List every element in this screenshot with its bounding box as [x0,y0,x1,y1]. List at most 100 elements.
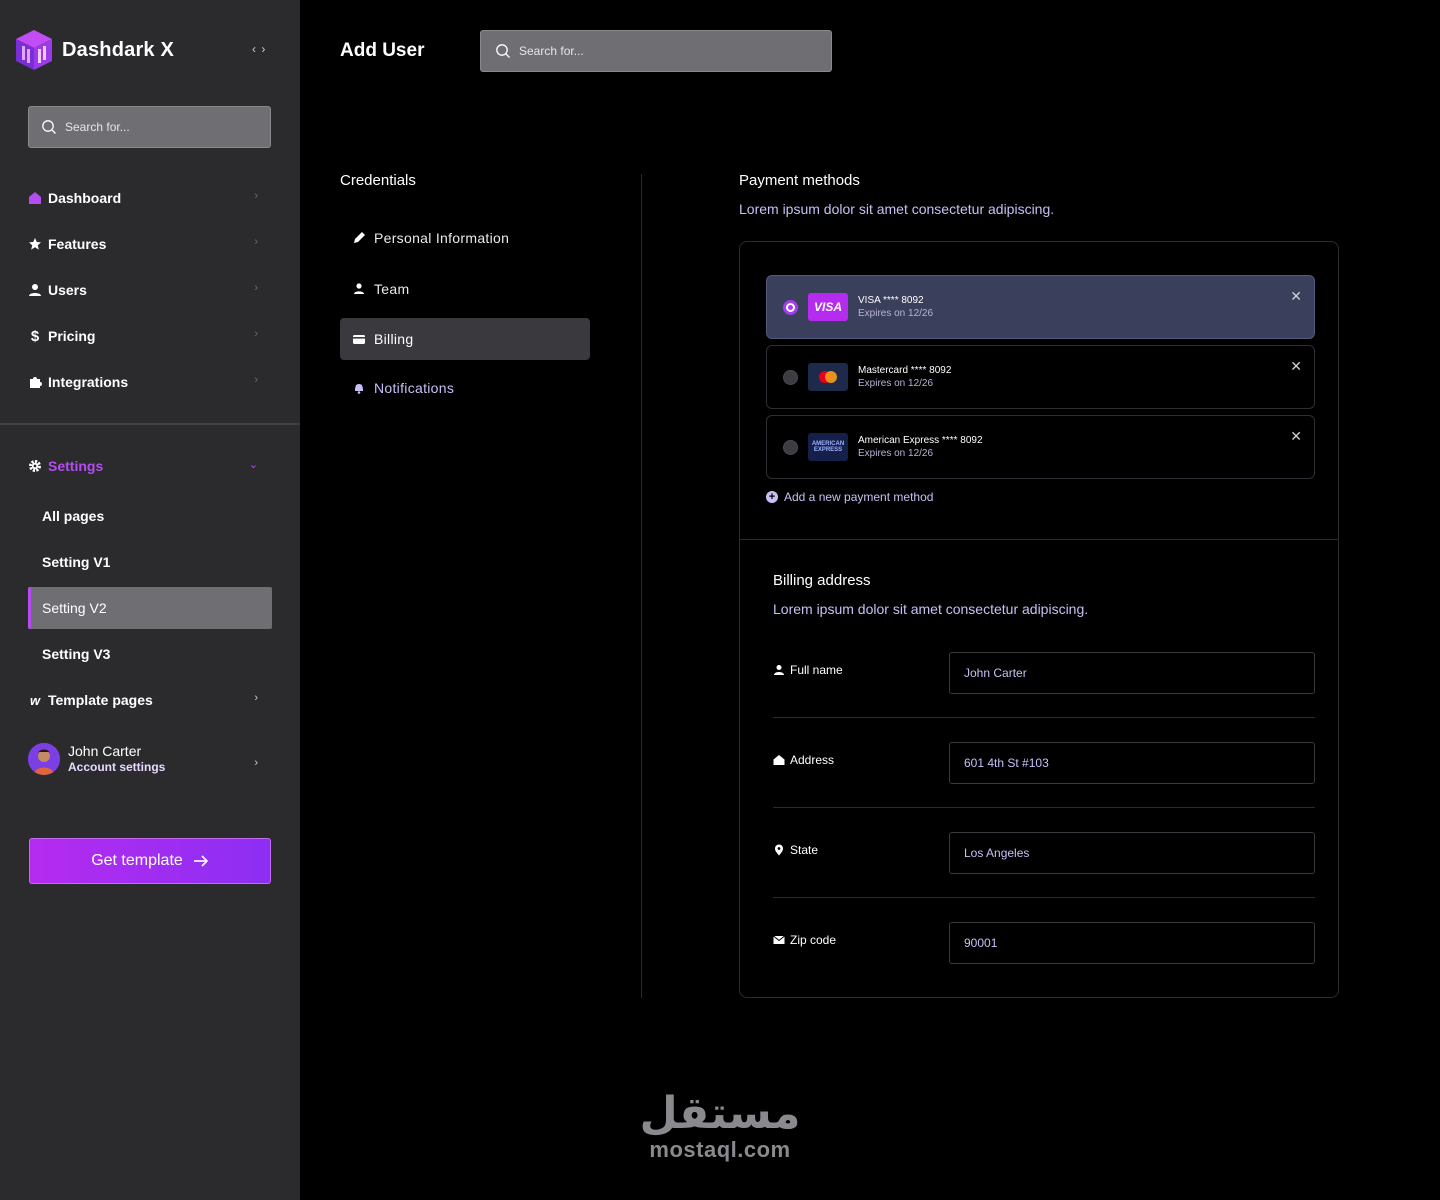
webflow-icon: w [29,692,41,708]
page-title: Add User [340,40,425,61]
field-label-text: State [790,843,819,857]
header-search-input[interactable] [519,44,799,58]
sidebar-item-label: Users [48,282,87,298]
header-search[interactable] [480,30,832,72]
sidebar-item-pricing[interactable]: $ Pricing › [28,324,268,348]
card-name: VISA **** 8092 [858,295,924,306]
close-icon[interactable]: ✕ [1290,358,1302,375]
sidebar-item-users[interactable]: Users › [28,278,268,302]
brand-name: Dashdark X [62,38,175,61]
address-field[interactable] [949,742,1315,784]
user-icon [774,665,784,675]
panel-divider [740,539,1338,540]
credit-card-icon [353,335,365,344]
sidebar-item-features[interactable]: Features › [28,232,268,256]
tab-notifications[interactable]: Notifications [340,367,590,409]
sidebar-item-template-pages[interactable]: w Template pages › [28,688,268,712]
credentials-title: Credentials [340,172,416,189]
chevron-right-icon: › [254,236,258,248]
close-icon[interactable]: ✕ [1290,288,1302,305]
payment-subtitle: Lorem ipsum dolor sit amet consectetur a… [739,201,1055,217]
sidebar-item-label: Pricing [48,328,96,344]
watermark-logo: مستقل mostaql.com [632,1090,808,1162]
sidebar-item-dashboard[interactable]: Dashboard › [28,186,268,210]
tab-billing[interactable]: Billing [340,318,590,360]
chevron-right-icon: › [254,190,258,202]
search-icon [42,120,56,134]
mastercard-icon [808,363,848,391]
field-label-text: Zip code [790,933,837,947]
sidebar-item-settings[interactable]: Settings ⌄ [28,454,268,478]
chevron-right-icon: › [254,757,258,769]
state-field[interactable] [949,832,1315,874]
full-name-field[interactable] [949,652,1315,694]
sidebar-item-label: Integrations [48,374,129,390]
sidebar-item-label: Template pages [48,692,153,708]
payment-card-amex[interactable]: AMERICAN EXPRESS American Express **** 8… [766,415,1315,479]
billing-title: Billing address [773,572,871,589]
user-icon [28,283,42,297]
payment-card-visa[interactable]: VISA VISA **** 8092 Expires on 12/26 ✕ [766,275,1315,339]
payment-card-mastercard[interactable]: Mastercard **** 8092 Expires on 12/26 ✕ [766,345,1315,409]
card-expiry: Expires on 12/26 [858,448,934,459]
state-label: State [773,843,818,857]
row-divider [773,897,1315,898]
collapse-toggle-icon[interactable]: ‹ › [252,42,266,56]
section-divider [641,174,642,998]
chevron-right-icon: › [254,692,258,704]
tab-label: Notifications [374,380,455,396]
close-icon[interactable]: ✕ [1290,428,1302,445]
dollar-icon: $ [30,327,40,345]
home-icon [28,191,42,205]
bell-icon [355,384,363,394]
chevron-right-icon: › [254,374,258,386]
tab-label: Team [374,281,410,297]
row-divider [773,717,1315,718]
sidebar-subitem-setting-v3[interactable]: Setting V3 [28,633,272,675]
sidebar-search-input[interactable] [65,120,245,134]
envelope-icon [773,935,785,944]
field-label-text: Full name [790,663,843,677]
sidebar-subitem-setting-v1[interactable]: Setting V1 [28,541,272,583]
sidebar-item-label: Dashboard [48,190,122,206]
card-expiry: Expires on 12/26 [858,308,934,319]
sidebar-divider [0,423,300,425]
sidebar-item-label: Features [48,236,107,252]
brand[interactable]: Dashdark X [14,28,174,72]
get-template-button[interactable]: Get template [29,838,271,884]
sidebar-subitem-setting-v2[interactable]: Setting V2 [28,587,272,629]
tab-personal-information[interactable]: Personal Information [340,217,590,259]
account-settings[interactable]: John Carter Account settings › [28,741,268,777]
visa-icon: VISA [808,293,848,321]
add-payment-label: Add a new payment method [784,490,934,504]
home-icon [773,755,785,765]
sidebar-search[interactable] [28,106,271,148]
radio-button[interactable] [783,369,798,385]
plus-icon: + [766,491,778,503]
tab-team[interactable]: Team [340,268,590,310]
arrow-right-icon [193,855,208,867]
payment-title: Payment methods [739,172,860,189]
get-template-label: Get template [91,852,183,869]
tab-label: Billing [374,331,414,347]
watermark-arabic: مستقل [639,1088,801,1139]
card-name: American Express **** 8092 [858,435,983,446]
puzzle-icon [28,375,42,389]
search-icon [496,44,510,58]
pencil-icon [354,232,365,243]
add-payment-method-link[interactable]: + Add a new payment method [766,490,933,504]
sidebar: Dashdark X ‹ › Dashboard › Features › Us… [0,0,300,1200]
radio-button[interactable] [783,439,798,455]
amex-icon: AMERICAN EXPRESS [808,433,848,461]
field-label-text: Address [790,753,835,767]
sidebar-subitem-all-pages[interactable]: All pages [28,495,272,537]
location-pin-icon [775,844,783,856]
account-subtitle: Account settings [68,760,166,774]
watermark-latin: mostaql.com [649,1137,791,1162]
chevron-down-icon: ⌄ [248,459,258,471]
sidebar-item-integrations[interactable]: Integrations › [28,370,268,394]
zip-code-field[interactable] [949,922,1315,964]
address-label: Address [773,753,834,767]
radio-button[interactable] [783,299,798,315]
gear-icon [28,459,42,473]
